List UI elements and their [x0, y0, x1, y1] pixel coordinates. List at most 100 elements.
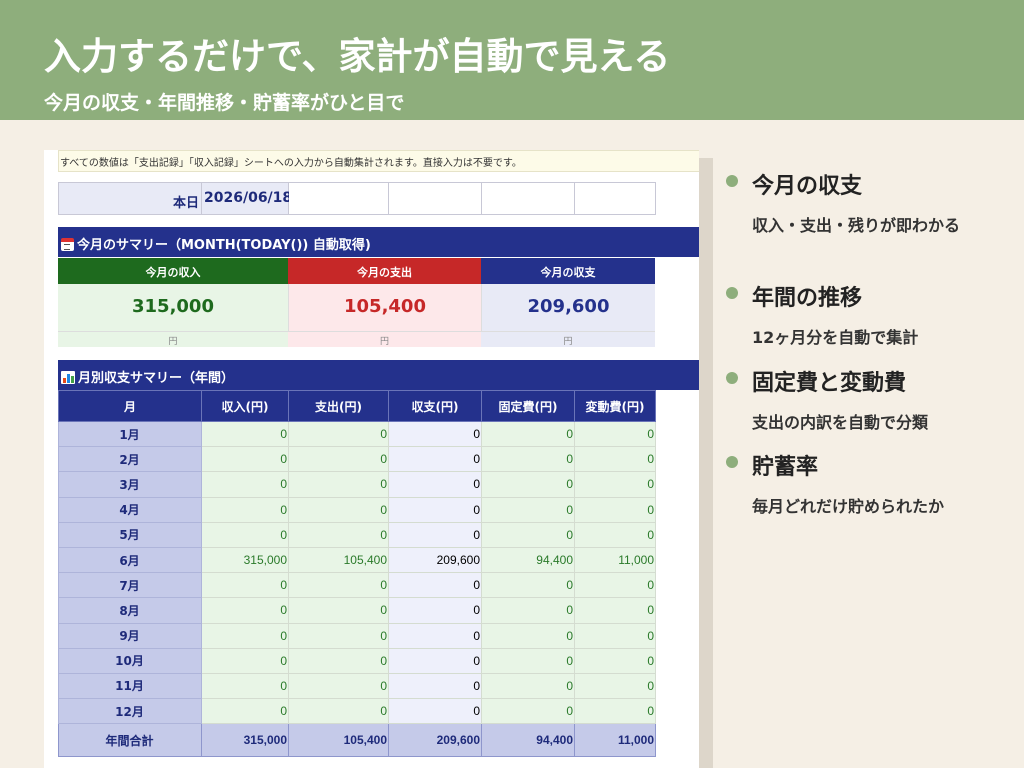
month-cell[interactable]: 11月: [58, 672, 202, 700]
value-cell[interactable]: 0: [574, 496, 656, 523]
value-cell[interactable]: 94,400: [481, 546, 575, 574]
value-cell[interactable]: 0: [388, 622, 482, 649]
value-cell[interactable]: 0: [201, 471, 289, 498]
month-cell[interactable]: 12月: [58, 698, 202, 725]
annual-summary-table: 月収入(円) 支出(円) 収支(円) 固定費(円) 変動費(円) 1月 0 0 0 0 0 2月 0 0…: [58, 390, 656, 758]
value-cell[interactable]: 0: [388, 471, 482, 498]
value-cell[interactable]: 0: [288, 471, 389, 498]
value-cell[interactable]: 0: [388, 597, 482, 624]
total-value[interactable]: 11,000: [574, 723, 656, 758]
month-cell[interactable]: 1月: [58, 420, 202, 448]
expense-card-value[interactable]: 105,400: [288, 284, 481, 331]
empty-cell[interactable]: [289, 183, 389, 214]
month-cell[interactable]: 6月: [58, 546, 202, 574]
month-cell[interactable]: 2月: [58, 446, 202, 473]
value-cell[interactable]: 105,400: [288, 546, 389, 574]
value-cell[interactable]: 0: [201, 572, 289, 599]
month-cell[interactable]: 4月: [58, 496, 202, 523]
value-cell[interactable]: 0: [288, 496, 389, 523]
value-cell[interactable]: 0: [288, 597, 389, 624]
value-cell[interactable]: 0: [288, 446, 389, 473]
monthly-summary-title: 今月のサマリー（MONTH(TODAY()) 自動取得): [77, 238, 371, 253]
balance-card-value[interactable]: 209,600: [481, 284, 655, 331]
income-card-value[interactable]: 315,000: [58, 284, 288, 331]
value-cell[interactable]: 0: [388, 572, 482, 599]
value-cell[interactable]: 0: [481, 496, 575, 523]
column-header[interactable]: 収支(円): [388, 390, 482, 422]
value-cell[interactable]: 0: [201, 647, 289, 674]
total-value[interactable]: 105,400: [288, 723, 389, 758]
value-cell[interactable]: 0: [481, 647, 575, 674]
value-cell[interactable]: 0: [574, 471, 656, 498]
value-cell[interactable]: 11,000: [574, 546, 656, 574]
value-cell[interactable]: 0: [388, 672, 482, 700]
feature-desc: 12ヶ月分を自動で集計: [752, 328, 919, 347]
value-cell[interactable]: 0: [574, 647, 656, 674]
value-cell[interactable]: 0: [574, 420, 656, 448]
value-cell[interactable]: 0: [201, 446, 289, 473]
spreadsheet-screenshot: すべての数値は「支出記録」「収入記録」シートへの入力から自動集計されます。直接入…: [44, 150, 699, 768]
value-cell[interactable]: 0: [201, 521, 289, 548]
empty-cell[interactable]: [389, 183, 482, 214]
value-cell[interactable]: 0: [201, 622, 289, 649]
income-card-label: 今月の収入: [58, 258, 288, 284]
value-cell[interactable]: 0: [388, 446, 482, 473]
column-header[interactable]: 固定費(円): [481, 390, 575, 422]
value-cell[interactable]: 0: [574, 597, 656, 624]
value-cell[interactable]: 0: [288, 622, 389, 649]
value-cell[interactable]: 0: [574, 622, 656, 649]
total-value[interactable]: 94,400: [481, 723, 575, 758]
value-cell[interactable]: 0: [201, 672, 289, 700]
value-cell[interactable]: 0: [201, 496, 289, 523]
value-cell[interactable]: 315,000: [201, 546, 289, 574]
month-cell[interactable]: 9月: [58, 622, 202, 649]
table-row: 10月 0 0 0 0 0: [58, 647, 656, 674]
value-cell[interactable]: 0: [388, 496, 482, 523]
empty-cell[interactable]: [575, 183, 655, 214]
value-cell[interactable]: 0: [481, 446, 575, 473]
total-value[interactable]: 315,000: [201, 723, 289, 758]
value-cell[interactable]: 0: [201, 597, 289, 624]
value-cell[interactable]: 0: [574, 672, 656, 700]
value-cell[interactable]: 0: [388, 521, 482, 548]
total-value[interactable]: 209,600: [388, 723, 482, 758]
column-header[interactable]: 月: [58, 390, 202, 422]
value-cell[interactable]: 0: [288, 572, 389, 599]
column-header[interactable]: 支出(円): [288, 390, 389, 422]
value-cell[interactable]: 0: [481, 471, 575, 498]
month-cell[interactable]: 10月: [58, 647, 202, 674]
value-cell[interactable]: 0: [481, 597, 575, 624]
empty-cell[interactable]: [482, 183, 575, 214]
value-cell[interactable]: 0: [574, 446, 656, 473]
value-cell[interactable]: 0: [481, 698, 575, 725]
value-cell[interactable]: 0: [481, 622, 575, 649]
value-cell[interactable]: 209,600: [388, 546, 482, 574]
value-cell[interactable]: 0: [574, 572, 656, 599]
total-label[interactable]: 年間合計: [58, 723, 202, 758]
value-cell[interactable]: 0: [481, 672, 575, 700]
month-cell[interactable]: 8月: [58, 597, 202, 624]
page-subtitle: 今月の収支・年間推移・貯蓄率がひと目で: [44, 92, 405, 114]
month-cell[interactable]: 7月: [58, 572, 202, 599]
value-cell[interactable]: 0: [481, 420, 575, 448]
value-cell[interactable]: 0: [288, 672, 389, 700]
month-cell[interactable]: 5月: [58, 521, 202, 548]
value-cell[interactable]: 0: [481, 572, 575, 599]
value-cell[interactable]: 0: [388, 647, 482, 674]
value-cell[interactable]: 0: [288, 521, 389, 548]
value-cell[interactable]: 0: [481, 521, 575, 548]
month-cell[interactable]: 3月: [58, 471, 202, 498]
column-header[interactable]: 収入(円): [201, 390, 289, 422]
value-cell[interactable]: 0: [201, 420, 289, 448]
value-cell[interactable]: 0: [574, 698, 656, 725]
monthly-summary-cards: 今月の収入 今月の支出 今月の収支 315,000 105,400 209,60…: [58, 258, 655, 347]
date-value[interactable]: 2026/06/18: [202, 183, 292, 214]
value-cell[interactable]: 0: [388, 698, 482, 725]
value-cell[interactable]: 0: [574, 521, 656, 548]
value-cell[interactable]: 0: [288, 420, 389, 448]
value-cell[interactable]: 0: [388, 420, 482, 448]
column-header[interactable]: 変動費(円): [574, 390, 656, 422]
value-cell[interactable]: 0: [288, 698, 389, 725]
value-cell[interactable]: 0: [201, 698, 289, 725]
value-cell[interactable]: 0: [288, 647, 389, 674]
